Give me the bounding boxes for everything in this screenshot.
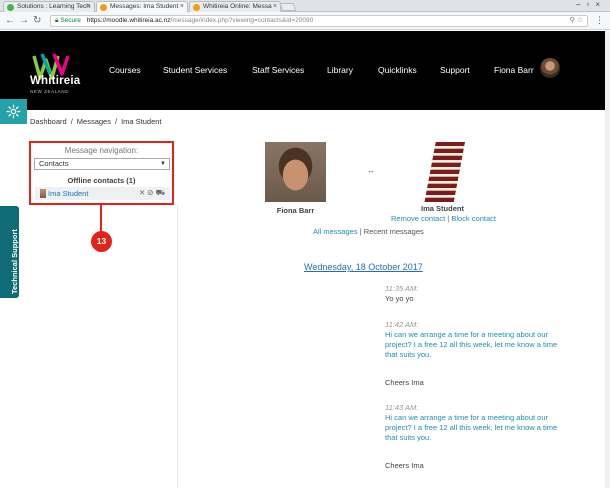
callout-badge: 13 [91, 231, 112, 252]
column-divider [177, 205, 178, 488]
message-text: Cheers Ima [385, 461, 424, 470]
block-contact-link[interactable]: Block contact [451, 214, 496, 223]
contact-row[interactable]: Ima Student ✕⊘⛟ [35, 187, 170, 200]
gear-icon [6, 104, 21, 119]
reload-icon[interactable]: ↻ [33, 15, 41, 27]
my-name: Fiona Barr [276, 206, 315, 215]
message-item: 11:43 AM: Hi can we arrange a time for a… [385, 403, 560, 443]
nav-courses[interactable]: Courses [109, 65, 141, 75]
contact-name-heading: Ima Student [421, 204, 464, 213]
breadcrumb-messages[interactable]: Messages [77, 117, 111, 126]
message-item: 11:35 AM: Yo yo yo [385, 284, 560, 304]
settings-toggle[interactable] [0, 99, 27, 124]
logo-subtext: NEW ZEALAND [30, 89, 70, 94]
tab-favicon-icon [100, 4, 107, 11]
message-text: Hi can we arrange a time for a meeting a… [385, 330, 558, 359]
message-time: 11:42 AM: [385, 320, 419, 329]
bookmark-star-icon[interactable]: ⚲ ☆ [570, 16, 583, 26]
date-heading: Wednesday, 18 October 2017 [304, 262, 423, 272]
contact-name[interactable]: Ima Student [48, 189, 88, 198]
block-icon[interactable]: ⊘ [147, 188, 155, 197]
browser-menu-icon[interactable]: ⋮ [595, 15, 604, 26]
browser-tab-1[interactable]: Solutions : Learning Tech × [3, 1, 95, 12]
chevron-down-icon: ▼ [160, 161, 166, 167]
exchange-arrows-icon: ↔ [367, 166, 375, 175]
recent-messages-label: Recent messages [363, 227, 424, 236]
logo-text: Whitireia [30, 75, 81, 87]
message-item: Cheers Ima [385, 461, 560, 471]
nav-student-services[interactable]: Student Services [163, 65, 227, 75]
contact-profile-picture [424, 142, 465, 202]
url-host: https://moodle.whitireia.ac.nz [86, 17, 171, 24]
technical-support-label: Technical Support [10, 229, 19, 294]
nav-staff-services[interactable]: Staff Services [252, 65, 304, 75]
close-icon[interactable]: × [180, 2, 184, 12]
browser-tab-3[interactable]: Whitireia Online: Messa × [189, 1, 281, 12]
callout-line [100, 205, 102, 232]
site-header: Whitireia NEW ZEALAND Courses Student Se… [0, 31, 610, 110]
contact-avatar [40, 189, 46, 198]
url-input[interactable]: 🔒︎ Secure https://moodle.whitireia.ac.nz… [50, 15, 588, 27]
contacts-select[interactable]: Contacts ▼ [34, 158, 170, 170]
url-path: /message/index.php?viewing=contacts&id=2… [170, 17, 314, 24]
address-bar-row: ← → ↻ 🔒︎ Secure https://moodle.whitireia… [0, 12, 610, 30]
message-time: 11:43 AM: [385, 403, 419, 412]
contacts-select-value: Contacts [39, 159, 69, 168]
tab-favicon-icon [7, 4, 14, 11]
forward-icon[interactable]: → [19, 15, 29, 27]
breadcrumb: Dashboard / Messages / Ima Student [30, 117, 162, 126]
message-text: Cheers Ima [385, 378, 424, 387]
breadcrumb-dashboard[interactable]: Dashboard [30, 117, 67, 126]
message-navigation-block: Message navigation: Contacts ▼ Offline c… [29, 141, 174, 205]
back-icon[interactable]: ← [5, 15, 15, 27]
history-icon[interactable]: ⛟ [156, 188, 167, 197]
avatar[interactable] [540, 58, 560, 78]
tab-title: Whitireia Online: Messa [203, 3, 272, 10]
message-text: Hi can we arrange a time for a meeting a… [385, 413, 558, 442]
lock-icon: 🔒︎ [55, 17, 59, 24]
message-item: 11:42 AM: Hi can we arrange a time for a… [385, 320, 560, 360]
tab-title: Solutions : Learning Tech [17, 3, 90, 10]
remove-contact-link[interactable]: Remove contact [391, 214, 445, 223]
secure-label: Secure [60, 17, 81, 24]
page-scrollbar[interactable] [605, 31, 610, 488]
user-menu-name[interactable]: Fiona Barr [494, 65, 534, 75]
breadcrumb-current: Ima Student [121, 117, 162, 126]
message-time: 11:35 AM: [385, 284, 419, 293]
my-profile-picture [265, 142, 326, 202]
contact-actions-links: Remove contact | Block contact [391, 214, 496, 223]
message-navigation-title: Message navigation: [64, 146, 139, 155]
tab-title: Messages: Ima Student [110, 3, 179, 10]
close-icon[interactable]: × [87, 2, 91, 12]
all-messages-link[interactable]: All messages [313, 227, 358, 236]
window-controls[interactable]: –▫× [576, 0, 606, 9]
message-item: Cheers Ima [385, 378, 560, 388]
close-icon[interactable]: × [273, 2, 277, 12]
message-text: Yo yo yo [385, 294, 414, 303]
nav-quicklinks[interactable]: Quicklinks [378, 65, 417, 75]
technical-support-tab[interactable]: Technical Support [0, 206, 19, 298]
nav-support[interactable]: Support [440, 65, 470, 75]
tab-favicon-icon [193, 4, 200, 11]
offline-contacts-heading: Offline contacts (1) [67, 176, 136, 185]
new-tab-button[interactable] [279, 3, 297, 11]
message-filter-links: All messages | Recent messages [313, 227, 424, 236]
nav-library[interactable]: Library [327, 65, 353, 75]
contact-actions: ✕⊘⛟ [139, 188, 167, 198]
browser-tab-strip: Solutions : Learning Tech × Messages: Im… [0, 0, 610, 13]
